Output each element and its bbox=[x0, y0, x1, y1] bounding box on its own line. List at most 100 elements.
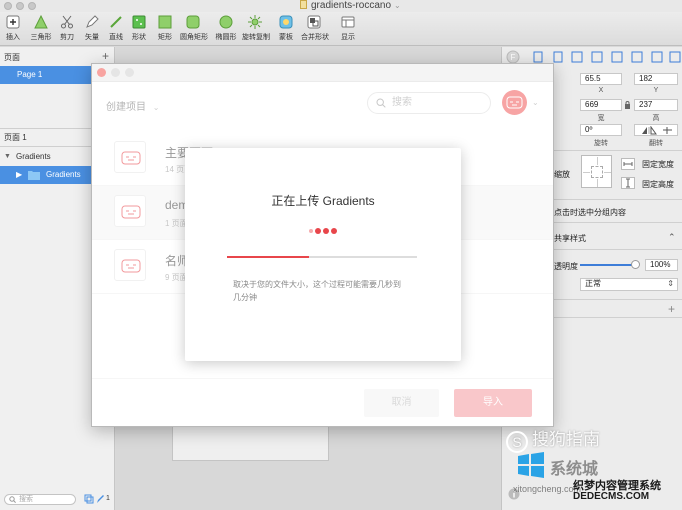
resizing-constraints-widget[interactable] bbox=[581, 155, 612, 188]
shape-icon bbox=[132, 15, 146, 29]
upload-description: 取决于您的文件大小，这个过程可能需要几秒到几分钟 bbox=[233, 280, 401, 302]
search-placeholder: 搜索 bbox=[19, 496, 33, 503]
height-label: 高 bbox=[652, 115, 660, 122]
toolbar-view-button[interactable]: 显示 bbox=[335, 15, 361, 42]
opacity-slider[interactable] bbox=[580, 260, 640, 269]
pages-header: 页面 bbox=[4, 53, 20, 62]
toolbar-label: 旋转复制 bbox=[242, 34, 270, 41]
sogou-watermark: S 搜狗指南 bbox=[506, 425, 600, 453]
svg-text:F: F bbox=[511, 53, 516, 62]
rounded-rectangle-icon bbox=[186, 15, 200, 29]
toolbar-ellipse-button[interactable]: 椭圆形 bbox=[213, 15, 239, 42]
window-title[interactable]: gradients-roccano ⌄ bbox=[300, 0, 401, 12]
toolbar-combine-shapes-button[interactable]: 合并形状 bbox=[301, 15, 329, 42]
inspector-divider bbox=[554, 299, 682, 300]
group-select-option[interactable]: 点击时选中分组内容 bbox=[554, 207, 626, 218]
chevron-updown-icon[interactable]: ⌃ bbox=[668, 232, 676, 243]
line-icon bbox=[110, 16, 122, 28]
loading-spinner-icon bbox=[309, 228, 339, 236]
rectangle-icon bbox=[158, 15, 172, 29]
folder-icon bbox=[28, 171, 40, 180]
combine-shapes-icon bbox=[307, 15, 321, 29]
sogou-watermark-text: 搜狗指南 bbox=[532, 430, 600, 449]
align-options-icon[interactable]: F bbox=[506, 50, 520, 64]
inspector-divider bbox=[554, 249, 682, 250]
title-bar: gradients-roccano ⌄ bbox=[0, 0, 682, 12]
edit-pen-icon[interactable] bbox=[96, 494, 105, 504]
toolbar-label: 三角形 bbox=[30, 34, 52, 41]
upload-progress-bar bbox=[227, 256, 417, 258]
disclosure-right-icon[interactable]: ▶ bbox=[16, 166, 22, 184]
toolbar-label: 形状 bbox=[132, 34, 146, 41]
toolbar-scissors-button[interactable]: 剪刀 bbox=[54, 15, 80, 42]
toolbar-label: 圆角矩形 bbox=[180, 34, 208, 41]
fix-width-icon[interactable] bbox=[621, 158, 635, 170]
layer-item-label: Gradients bbox=[16, 152, 51, 161]
mask-icon bbox=[279, 15, 293, 29]
upload-title: 正在上传 Gradients bbox=[271, 194, 375, 208]
toolbar-triangle-button[interactable]: 三角形 bbox=[28, 15, 54, 42]
document-icon bbox=[300, 0, 307, 9]
add-page-icon[interactable]: + bbox=[102, 49, 109, 63]
toolbar-rectangle-button[interactable]: 矩形 bbox=[152, 15, 178, 42]
toolbar-label: 显示 bbox=[341, 34, 355, 41]
layer-search-input[interactable]: 搜索 bbox=[4, 494, 76, 505]
y-label: Y bbox=[653, 87, 659, 94]
layer-count: 1 bbox=[106, 495, 110, 502]
rotation-field[interactable]: 0º bbox=[580, 124, 622, 136]
plus-icon bbox=[6, 15, 20, 29]
view-icon bbox=[341, 16, 355, 28]
inspector-divider bbox=[554, 317, 682, 318]
chevron-down-icon: ⌄ bbox=[394, 1, 401, 10]
y-position-field[interactable]: 182 bbox=[634, 73, 678, 85]
height-field[interactable]: 237 bbox=[634, 99, 678, 111]
windows-logo-icon bbox=[518, 452, 544, 478]
toolbar-rounded-rectangle-button[interactable]: 圆角矩形 bbox=[180, 15, 208, 42]
toolbar-mask-button[interactable]: 蒙板 bbox=[273, 15, 299, 42]
toolbar-vector-button[interactable]: 矢量 bbox=[79, 15, 105, 42]
opacity-label: 透明度 bbox=[554, 262, 578, 271]
xitong-watermark: 系统城 bbox=[516, 452, 598, 479]
opacity-field[interactable]: 100% bbox=[645, 259, 678, 271]
pen-icon bbox=[86, 15, 99, 28]
export-layers-icon[interactable] bbox=[84, 494, 94, 504]
shared-style-select[interactable]: 共享样式 bbox=[554, 233, 586, 244]
triangle-icon bbox=[34, 15, 48, 29]
close-window-button[interactable] bbox=[4, 2, 12, 10]
x-label: X bbox=[598, 87, 604, 94]
toolbar-shape-button[interactable]: 形状 bbox=[126, 15, 152, 42]
toolbar-label: 插入 bbox=[6, 34, 20, 41]
disclosure-down-icon[interactable]: ▼ bbox=[4, 148, 11, 166]
flip-label: 翻转 bbox=[649, 140, 663, 147]
rotation-label: 旋转 bbox=[594, 140, 608, 147]
toolbar-label: 蒙板 bbox=[279, 34, 293, 41]
search-icon bbox=[9, 496, 16, 503]
layer-item-label: Gradients bbox=[46, 170, 81, 179]
opacity-slider-knob[interactable] bbox=[631, 260, 640, 269]
lock-ratio-icon[interactable] bbox=[624, 101, 631, 109]
window-title-text: gradients-roccano bbox=[311, 0, 392, 11]
rotate-copy-icon bbox=[248, 15, 262, 29]
alignment-toolbar[interactable] bbox=[532, 51, 682, 63]
toolbar-label: 椭圆形 bbox=[215, 34, 237, 41]
fix-height-icon[interactable] bbox=[621, 177, 635, 189]
toolbar: 插入 三角形 剪刀 矢量 直线 形状 矩形 圆角矩形 椭圆形 旋转复制 蒙板 合… bbox=[0, 12, 682, 46]
toolbar-rotate-copy-button[interactable]: 旋转复制 bbox=[242, 15, 270, 42]
width-field[interactable]: 669 bbox=[580, 99, 622, 111]
add-style-icon[interactable]: + bbox=[668, 302, 675, 316]
x-position-field[interactable]: 65.5 bbox=[580, 73, 622, 85]
blend-mode-select[interactable]: 正常 ⇕ bbox=[580, 278, 678, 291]
flip-icon bbox=[642, 126, 672, 135]
fix-height-label: 固定高度 bbox=[642, 180, 674, 189]
zoom-window-button[interactable] bbox=[28, 2, 36, 10]
toolbar-label: 矩形 bbox=[158, 34, 172, 41]
flip-controls[interactable] bbox=[634, 124, 678, 136]
inspector-divider bbox=[554, 199, 682, 200]
dedecms-url: DEDECMS.COM bbox=[573, 491, 650, 502]
width-label: 宽 bbox=[597, 115, 605, 122]
toolbar-insert-button[interactable]: 插入 bbox=[0, 15, 26, 42]
inspector-divider bbox=[554, 222, 682, 223]
chevron-updown-icon: ⇕ bbox=[667, 279, 674, 288]
resize-label: 缩放 bbox=[554, 170, 570, 179]
minimize-window-button[interactable] bbox=[16, 2, 24, 10]
